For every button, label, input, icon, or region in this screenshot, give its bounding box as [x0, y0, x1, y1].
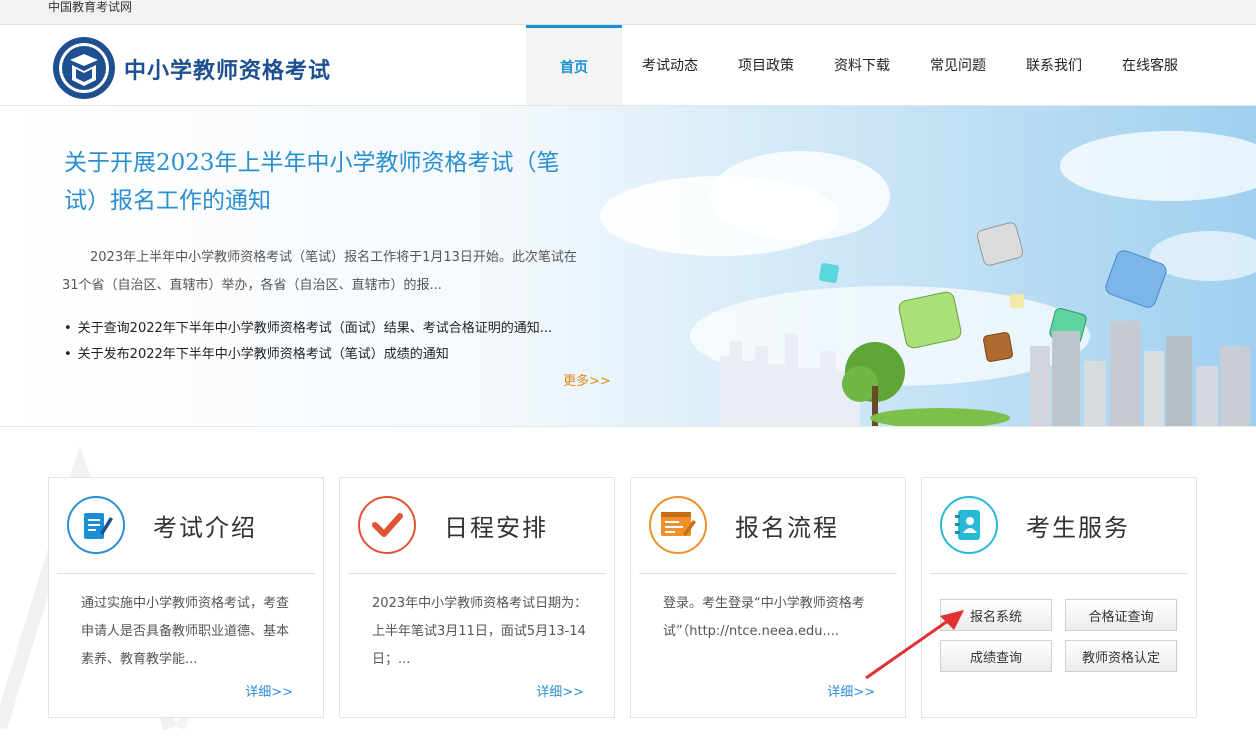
card-detail-link[interactable]: 详细>>	[536, 681, 584, 700]
card-detail-link[interactable]: 详细>>	[245, 681, 293, 700]
nav-contact[interactable]: 联系我们	[1006, 25, 1102, 105]
checkmark-icon	[358, 496, 416, 554]
site-brand-title[interactable]: 中小学教师资格考试	[124, 53, 331, 85]
card-divider	[348, 573, 606, 574]
card-description: 通过实施中小学教师资格考试，考查申请人是否具备教师职业道德、基本素养、教育教学能…	[81, 596, 290, 667]
card-description: 登录。考生登录“中小学教师资格考试”（http://ntce.neea.edu.…	[663, 596, 865, 639]
card-title: 报名流程	[735, 514, 839, 542]
more-news-link[interactable]: 更多>>	[563, 370, 611, 389]
nav-policies[interactable]: 项目政策	[718, 25, 814, 105]
nav-online-service[interactable]: 在线客服	[1102, 25, 1198, 105]
card-divider	[639, 573, 897, 574]
card-schedule: 日程安排 2023年中小学教师资格考试日期为：上半年笔试3月11日，面试5月13…	[339, 477, 615, 718]
card-divider	[930, 573, 1188, 574]
main-nav: 首页 考试动态 项目政策 资料下载 常见问题 联系我们 在线客服	[526, 25, 1198, 105]
top-bar: 中国教育考试网	[0, 0, 1256, 25]
featured-news-summary: 2023年上半年中小学教师资格考试（笔试）报名工作将于1月13日开始。此次笔试在…	[62, 250, 577, 293]
red-arrow-annotation	[865, 610, 964, 680]
neea-site-link[interactable]: 中国教育考试网	[48, 0, 132, 14]
contact-book-icon	[940, 496, 998, 554]
news-link-item[interactable]: 关于查询2022年下半年中小学教师资格考试（面试）结果、考试合格证明的通知...	[64, 316, 604, 342]
city-cloud-illustration	[600, 131, 1256, 426]
logo-emblem-icon	[53, 37, 115, 99]
header: 中小学教师资格考试 首页 考试动态 项目政策 资料下载 常见问题 联系我们 在线…	[0, 25, 1256, 106]
card-description: 2023年中小学教师资格考试日期为：上半年笔试3月11日，面试5月13-14日；…	[372, 596, 588, 667]
card-title: 考试介绍	[153, 514, 257, 542]
document-edit-icon	[67, 496, 125, 554]
news-banner: 关于开展2023年上半年中小学教师资格考试（笔试）报名工作的通知 2023年上半…	[0, 106, 1256, 427]
card-exam-intro: 考试介绍 通过实施中小学教师资格考试，考查申请人是否具备教师职业道德、基本素养、…	[48, 477, 324, 718]
news-links: 关于查询2022年下半年中小学教师资格考试（面试）结果、考试合格证明的通知...…	[64, 316, 604, 368]
nav-faq[interactable]: 常见问题	[910, 25, 1006, 105]
card-title: 日程安排	[444, 514, 548, 542]
certificate-query-button[interactable]: 合格证查询	[1065, 599, 1177, 631]
news-link-item[interactable]: 关于发布2022年下半年中小学教师资格考试（笔试）成绩的通知	[64, 342, 604, 368]
teacher-certification-button[interactable]: 教师资格认定	[1065, 640, 1177, 672]
featured-news-title[interactable]: 关于开展2023年上半年中小学教师资格考试（笔试）报名工作的通知	[64, 144, 594, 220]
nav-exam-news[interactable]: 考试动态	[622, 25, 718, 105]
card-title: 考生服务	[1026, 514, 1130, 542]
card-divider	[57, 573, 315, 574]
registration-form-icon	[649, 496, 707, 554]
nav-downloads[interactable]: 资料下载	[814, 25, 910, 105]
nav-home[interactable]: 首页	[526, 25, 622, 105]
